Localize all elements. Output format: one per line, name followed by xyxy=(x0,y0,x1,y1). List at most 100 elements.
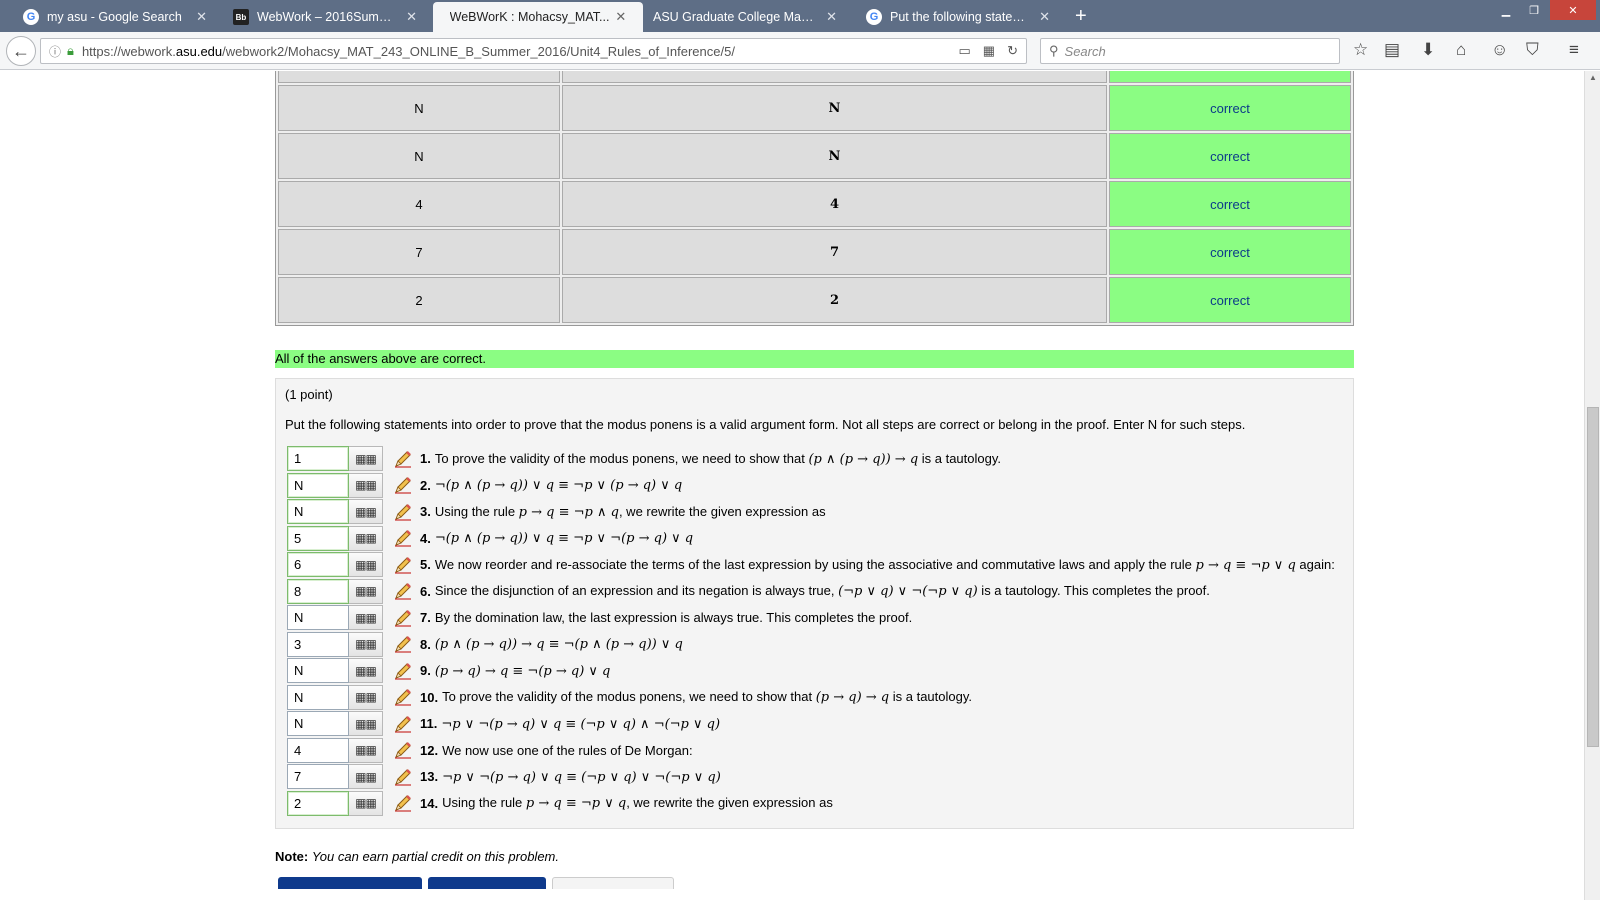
pencil-icon[interactable] xyxy=(393,793,413,813)
step-order-input[interactable] xyxy=(287,764,349,789)
show-answers-button[interactable] xyxy=(552,877,674,889)
pencil-icon[interactable] xyxy=(393,555,413,575)
reload-icon[interactable]: ↻ xyxy=(1007,43,1018,59)
minimize-icon[interactable]: ▁ xyxy=(1492,0,1520,20)
equation-palette-icon[interactable]: ▦▦ xyxy=(349,552,383,577)
tab-google-search[interactable]: G my asu - Google Search ✕ xyxy=(15,2,215,32)
bookmark-star-icon[interactable]: ☆ xyxy=(1353,40,1368,60)
step-number: 8. xyxy=(420,636,431,652)
vertical-scrollbar[interactable]: ▲ xyxy=(1584,71,1600,900)
table-row: 4 4 correct xyxy=(278,181,1351,227)
tab-title: my asu - Google Search xyxy=(47,10,182,24)
pencil-icon[interactable] xyxy=(393,687,413,707)
entered-cell: N xyxy=(278,133,560,179)
step-row: ▦▦ 9. (p → q) → q ≡ ¬(p → q) ∨ q xyxy=(287,658,610,683)
restore-icon[interactable]: ❐ xyxy=(1520,0,1548,20)
pencil-icon[interactable] xyxy=(393,449,413,469)
equation-palette-icon[interactable]: ▦▦ xyxy=(349,605,383,630)
step-order-input[interactable] xyxy=(287,658,349,683)
step-order-input[interactable] xyxy=(287,578,349,604)
preview-cell: 2 xyxy=(562,277,1107,323)
equation-palette-icon[interactable]: ▦▦ xyxy=(349,658,383,683)
equation-palette-icon[interactable]: ▦▦ xyxy=(349,499,383,524)
step-order-input[interactable] xyxy=(287,472,349,498)
pencil-icon[interactable] xyxy=(393,608,413,628)
step-statement: ¬(p ∧ (p → q)) ∨ q ≡ ¬p ∨ (p → q) ∨ q xyxy=(435,477,682,493)
math-expression: ¬(p ∧ (p → q)) ∨ q ≡ ¬p ∨ (p → q) ∨ q xyxy=(434,478,683,493)
step-order-input[interactable] xyxy=(287,552,349,577)
step-statement: To prove the validity of the modus ponen… xyxy=(442,689,972,705)
menu-icon[interactable]: ≡ xyxy=(1569,40,1579,60)
pencil-icon[interactable] xyxy=(393,740,413,760)
step-row: ▦▦ 11.¬p ∨ ¬(p → q) ∨ q ≡ (¬p ∨ q) ∧ ¬(¬p… xyxy=(287,711,720,736)
chat-icon[interactable]: ☺ xyxy=(1491,40,1508,60)
result-cell: correct xyxy=(1109,229,1351,275)
tab-bar: G my asu - Google Search ✕ Bb WebWork – … xyxy=(0,0,1600,32)
back-arrow-icon[interactable]: ← xyxy=(6,36,36,66)
equation-palette-icon[interactable]: ▦▦ xyxy=(349,764,383,789)
search-icon: ⚲ xyxy=(1049,43,1059,58)
close-icon[interactable]: ✕ xyxy=(196,9,207,25)
step-order-input[interactable] xyxy=(287,605,349,630)
url-path: /webwork2/Mohacsy_MAT_243_ONLINE_B_Summe… xyxy=(222,43,735,59)
pencil-icon[interactable] xyxy=(393,767,413,787)
tab-asu-graduate[interactable]: ASU Graduate College Manage ... ✕ xyxy=(645,2,845,32)
step-order-input[interactable] xyxy=(287,446,349,471)
equation-palette-icon[interactable]: ▦▦ xyxy=(349,684,383,710)
step-order-input[interactable] xyxy=(287,499,349,524)
step-order-input[interactable] xyxy=(287,711,349,736)
step-row: ▦▦ 6.Since the disjunction of an expressi… xyxy=(287,578,1210,604)
window-close-icon[interactable]: ✕ xyxy=(1550,0,1596,20)
page-content: N N correct N N correct 4 4 correct 7 7 … xyxy=(0,71,1584,900)
math-expression: (p ∧ (p → q)) → q ≡ ¬(p ∧ (p → q)) ∨ q xyxy=(434,637,683,652)
close-icon[interactable]: ✕ xyxy=(615,9,626,25)
equation-palette-icon[interactable]: ▦▦ xyxy=(349,578,383,604)
equation-palette-icon[interactable]: ▦▦ xyxy=(349,790,383,816)
tab-google-statements[interactable]: G Put the following statemen... ✕ xyxy=(858,2,1058,32)
pocket-icon[interactable]: ⛉ xyxy=(1526,40,1539,60)
step-row: ▦▦ 12.We now use one of the rules of De M… xyxy=(287,737,693,763)
extension-icon[interactable]: ▦ xyxy=(983,43,995,59)
pencil-icon[interactable] xyxy=(393,475,413,495)
pencil-icon[interactable] xyxy=(393,502,413,522)
check-answers-button[interactable] xyxy=(428,877,546,889)
equation-palette-icon[interactable]: ▦▦ xyxy=(349,737,383,763)
home-icon[interactable]: ⌂ xyxy=(1456,40,1466,60)
close-icon[interactable]: ✕ xyxy=(406,9,417,25)
math-expression: ¬(p ∧ (p → q)) ∨ q ≡ ¬p ∨ ¬(p → q) ∨ q xyxy=(434,531,694,546)
step-order-input[interactable] xyxy=(287,684,349,710)
info-icon[interactable]: ⓘ xyxy=(49,43,61,60)
statement-text: Using the rule xyxy=(442,795,526,810)
tab-webwork-blackboard[interactable]: Bb WebWork – 2016SummerB... ✕ xyxy=(225,2,425,32)
partial-credit-note: Note: You can earn partial credit on thi… xyxy=(275,849,559,864)
download-icon[interactable]: ⬇ xyxy=(1421,40,1435,60)
tab-webwork-active[interactable]: WeBWorK : Mohacsy_MAT... ✕ xyxy=(433,2,643,32)
equation-palette-icon[interactable]: ▦▦ xyxy=(349,631,383,657)
scroll-thumb[interactable] xyxy=(1587,407,1599,747)
step-order-input[interactable] xyxy=(287,737,349,763)
pencil-icon[interactable] xyxy=(393,634,413,654)
table-row: N N correct xyxy=(278,85,1351,131)
pencil-icon[interactable] xyxy=(393,528,413,548)
close-icon[interactable]: ✕ xyxy=(826,9,837,25)
reading-list-icon[interactable]: ▤ xyxy=(1384,40,1400,60)
step-order-input[interactable] xyxy=(287,525,349,551)
new-tab-button[interactable]: + xyxy=(1075,5,1087,28)
equation-palette-icon[interactable]: ▦▦ xyxy=(349,446,383,471)
pencil-icon[interactable] xyxy=(393,714,413,734)
search-input[interactable]: ⚲ Search xyxy=(1040,38,1340,64)
equation-palette-icon[interactable]: ▦▦ xyxy=(349,525,383,551)
pencil-icon[interactable] xyxy=(393,581,413,601)
equation-palette-icon[interactable]: ▦▦ xyxy=(349,472,383,498)
step-number: 1. xyxy=(420,451,431,466)
url-bar[interactable]: ⓘ 🔒︎ https://webwork. asu.edu/webwork2/Mo… xyxy=(40,38,1027,64)
equation-palette-icon[interactable]: ▦▦ xyxy=(349,711,383,736)
answer-results-table: N N correct N N correct 4 4 correct 7 7 … xyxy=(275,71,1354,326)
step-order-input[interactable] xyxy=(287,631,349,657)
scroll-up-icon[interactable]: ▲ xyxy=(1589,73,1597,82)
pencil-icon[interactable] xyxy=(393,661,413,681)
close-icon[interactable]: ✕ xyxy=(1039,9,1050,25)
reader-view-icon[interactable]: ▭ xyxy=(959,43,971,59)
step-order-input[interactable] xyxy=(287,790,349,816)
preview-answers-button[interactable] xyxy=(278,877,422,889)
